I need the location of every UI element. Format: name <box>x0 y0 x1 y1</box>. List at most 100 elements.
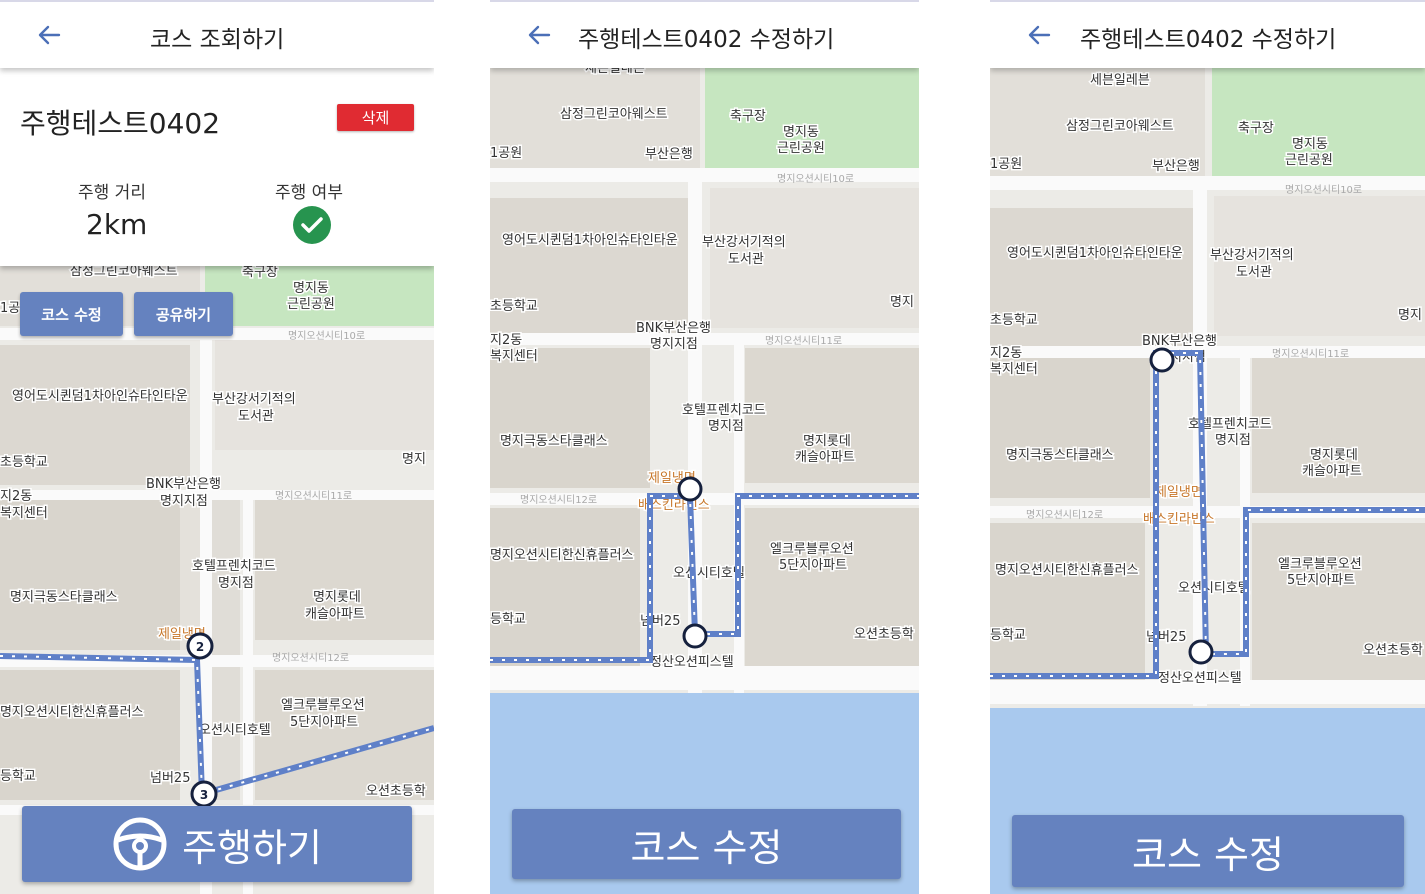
poi-school2: 등학교 <box>0 769 36 784</box>
map-label: 근린공원 <box>777 141 825 156</box>
map-label: 엘크루블루오션 <box>770 542 854 557</box>
poi-geukdong: 명지극동스타클래스 <box>500 434 608 449</box>
waypoint-2[interactable]: 2 <box>186 632 214 660</box>
poi-school2: 등학교 <box>490 612 526 627</box>
map-label: 엘크루블루오션 <box>281 698 365 713</box>
waypoint-3[interactable]: 3 <box>190 780 218 808</box>
edit-course-button[interactable]: 코스 수정 <box>20 292 123 336</box>
poi-numbur: 넘버25 <box>1146 630 1186 645</box>
poi-elem: 초등학교 <box>490 299 538 314</box>
poi-elem: 초등학교 <box>990 313 1038 328</box>
map-label: 지2동 <box>0 489 32 504</box>
map-label: 5단지아파트 <box>290 715 358 730</box>
map-view[interactable]: 세븐일레븐 삼정그린코아웨스트 축구장 명지동 근린공원 1공원 부산은행 명지… <box>490 68 919 894</box>
map-label: 호텔프렌치코드 <box>192 559 276 574</box>
map-label: 호텔프렌치코드 <box>682 403 766 418</box>
map-label: 명지동 <box>783 125 819 140</box>
road-12: 명지오션시티12로 <box>520 494 597 506</box>
map-label: 명지동 <box>293 281 329 296</box>
poi-young: 영어도시퀸덤1차아인슈타인타운 <box>1007 246 1183 261</box>
map-label: 명지점 <box>708 419 744 434</box>
steering-wheel-icon <box>113 817 167 871</box>
poi-soccer: 축구장 <box>730 109 766 124</box>
map-label: 명지점 <box>1215 433 1251 448</box>
poi-oceanelem: 오션초등학 <box>854 627 914 642</box>
map-label: 복지센터 <box>0 506 48 521</box>
back-arrow-icon[interactable] <box>524 20 554 50</box>
map-label: 5단지아파트 <box>779 558 847 573</box>
poi-hanshin: 명지오션시티한신휴플러스 <box>995 563 1139 578</box>
drive-button-label: 주행하기 <box>182 825 322 870</box>
map-view[interactable]: 세븐일레븐 삼정그린코아웨스트 축구장 명지동 근린공원 1공원 부산은행 명지… <box>990 68 1425 894</box>
poi-soccer: 축구장 <box>242 265 278 280</box>
back-arrow-icon[interactable] <box>34 20 64 50</box>
poi-samjeong: 삼정그린코아웨스트 <box>560 107 668 122</box>
poi-oceanelem: 오션초등학 <box>1363 643 1423 658</box>
map-label: BNK부산은행 <box>1142 333 1217 349</box>
road-11: 명지오션시티11로 <box>765 335 842 347</box>
back-arrow-icon[interactable] <box>1024 20 1054 50</box>
poi-hanshin: 명지오션시티한신휴플러스 <box>490 548 634 563</box>
course-edit-screen-1: 주행테스트0402 수정하기 세븐일레븐 삼정그린코아웨스트 축구장 명지동 근… <box>490 0 919 894</box>
poi-park1: 1공원 <box>990 157 1022 172</box>
poi-numbur: 넘버25 <box>150 771 190 786</box>
page-title: 코스 조회하기 <box>150 27 285 53</box>
page-title: 주행테스트0402 수정하기 <box>1080 27 1337 53</box>
svg-text:2: 2 <box>196 640 204 654</box>
poi-oceanhotel: 오션시티호텔 <box>1178 581 1250 596</box>
drive-button[interactable]: 주행하기 <box>22 806 412 882</box>
map-label: 부산강서기적의 <box>702 235 786 250</box>
poi-jeongsan: 정산오션피스텔 <box>1158 671 1242 686</box>
delete-button[interactable]: 삭제 <box>337 104 414 131</box>
poi-busanbank: 부산은행 <box>645 146 693 162</box>
road-12: 명지오션시티12로 <box>1026 509 1103 521</box>
poi-elem: 초등학교 <box>0 455 48 470</box>
share-button[interactable]: 공유하기 <box>134 292 233 336</box>
app-bar: 주행테스트0402 수정하기 <box>490 0 919 68</box>
map-label: 근린공원 <box>1285 153 1333 168</box>
route-start-point[interactable] <box>677 476 703 502</box>
route-start-point[interactable] <box>1149 347 1175 373</box>
poi-myeongji: 명지 <box>890 295 914 310</box>
road-10: 명지오션시티10로 <box>1285 184 1362 196</box>
map-label: 지2동 <box>990 346 1022 361</box>
edit-course-button[interactable]: 코스 수정 <box>1012 815 1404 887</box>
poi-school2: 등학교 <box>990 628 1026 643</box>
poi-geukdong: 명지극동스타클래스 <box>10 590 118 605</box>
course-name: 주행테스트0402 <box>20 107 221 140</box>
app-bar: 주행테스트0402 수정하기 <box>990 0 1425 68</box>
driven-label: 주행 여부 <box>275 183 343 203</box>
route-end-point[interactable] <box>682 623 708 649</box>
road-10: 명지오션시티10로 <box>777 173 854 185</box>
map-label: 근린공원 <box>287 297 335 312</box>
page-title: 주행테스트0402 수정하기 <box>578 27 835 53</box>
course-info-card: 주행테스트0402 삭제 주행 거리 2km 주행 여부 <box>0 68 434 266</box>
edit-course-button[interactable]: 코스 수정 <box>512 809 901 879</box>
map-label: 도서관 <box>238 409 274 424</box>
distance-value: 2km <box>86 208 148 241</box>
map-label: BNK부산은행 <box>636 320 711 336</box>
poi-myeongji: 명지 <box>402 452 426 467</box>
map-label: 명지롯데 <box>313 590 361 605</box>
driven-check-icon <box>293 206 331 244</box>
map-label: 부산강서기적의 <box>1210 248 1294 263</box>
poi-hanshin: 명지오션시티한신휴플러스 <box>0 705 144 720</box>
road-11: 명지오션시티11로 <box>275 490 352 502</box>
poi-busanbank: 부산은행 <box>1152 158 1200 174</box>
course-view-screen: 코스 조회하기 주행테스트0402 삭제 주행 거리 2km 주행 여부 코스 … <box>0 0 434 894</box>
map-label: 복지센터 <box>990 362 1038 377</box>
map-label: 명지점 <box>218 576 254 591</box>
svg-text:3: 3 <box>200 788 208 802</box>
poi-oceanelem: 오션초등학 <box>366 784 426 799</box>
distance-label: 주행 거리 <box>78 183 146 203</box>
map-label: 5단지아파트 <box>1287 573 1355 588</box>
poi-samjeong: 삼정그린코아웨스트 <box>70 264 178 279</box>
route-end-point[interactable] <box>1188 639 1214 665</box>
poi-jeongsan: 정산오션피스텔 <box>650 655 734 670</box>
map-label: 지2동 <box>490 333 522 348</box>
poi-young: 영어도시퀸덤1차아인슈타인타운 <box>12 389 188 404</box>
course-edit-screen-2: 주행테스트0402 수정하기 세븐일레븐 삼정그린코아웨스트 축구장 명지동 근… <box>990 0 1425 894</box>
map-label: 부산강서기적의 <box>212 392 296 407</box>
poi-myeongji: 명지 <box>1398 308 1422 323</box>
map-label: BNK부산은행 <box>146 476 221 492</box>
